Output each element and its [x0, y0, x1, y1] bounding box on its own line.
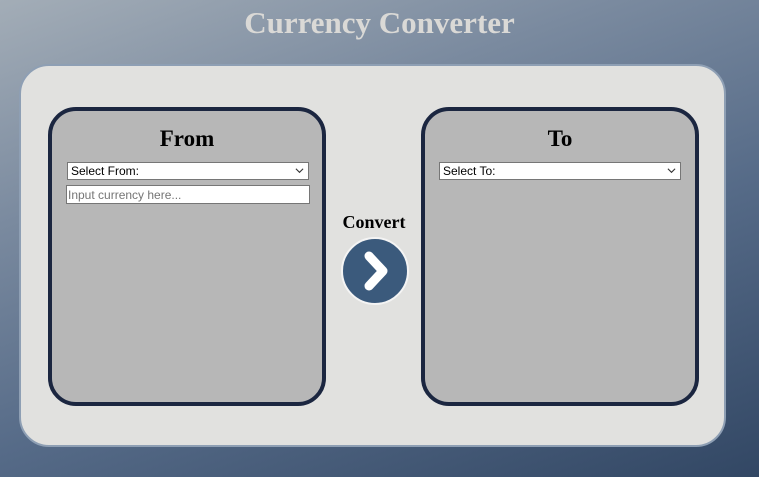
from-amount-input[interactable]	[66, 185, 310, 204]
convert-button[interactable]	[341, 237, 409, 305]
to-panel: To Select To:	[421, 107, 699, 406]
from-select-value: Select From:	[71, 164, 140, 178]
chevron-down-icon	[667, 168, 676, 174]
convert-label: Convert	[342, 212, 406, 232]
page-title: Currency Converter	[244, 5, 515, 40]
from-heading: From	[159, 126, 215, 151]
to-heading: To	[547, 126, 573, 151]
chevron-right-icon	[364, 251, 388, 291]
from-currency-select[interactable]: Select From:	[67, 162, 309, 180]
chevron-down-icon	[295, 168, 304, 174]
to-select-value: Select To:	[443, 164, 496, 178]
from-panel: From Select From:	[48, 107, 326, 406]
to-currency-select[interactable]: Select To:	[439, 162, 681, 180]
